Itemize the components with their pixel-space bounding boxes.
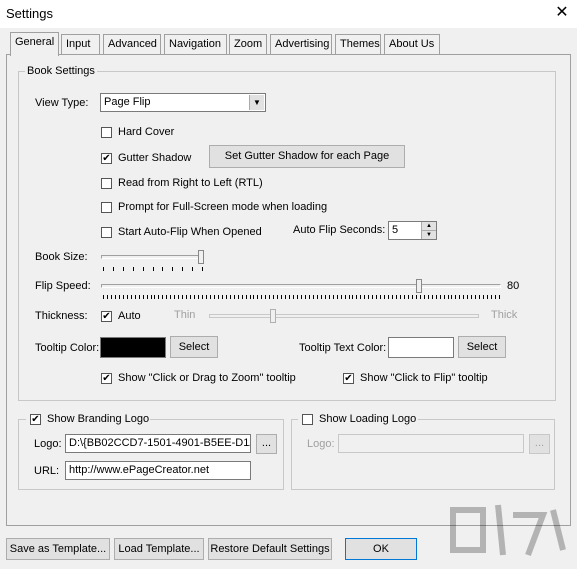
tab-general[interactable]: General: [10, 32, 59, 56]
tab-input[interactable]: Input: [61, 34, 100, 54]
autoflip-label: Start Auto-Flip When Opened: [118, 226, 262, 238]
branding-logo-input[interactable]: D:\{BB02CCD7-1501-4901-B5EE-D1A: [65, 434, 251, 453]
tooltip-color-swatch: [100, 337, 166, 358]
tooltip-text-color-label: Tooltip Text Color:: [299, 342, 387, 354]
loading-logo-input: [338, 434, 524, 453]
tab-navigation[interactable]: Navigation: [164, 34, 227, 54]
hard-cover-label: Hard Cover: [118, 126, 175, 138]
show-loading-logo-checkbox[interactable]: [302, 414, 313, 425]
thickness-track: [209, 314, 479, 318]
show-branding-label: Show Branding Logo: [47, 413, 150, 425]
book-size-ticks: [103, 267, 203, 271]
fullscreen-checkbox[interactable]: [101, 202, 112, 213]
ok-button[interactable]: OK: [345, 538, 417, 560]
autoflip-seconds-value: 5: [392, 224, 399, 236]
show-zoom-tooltip-label: Show "Click or Drag to Zoom" tooltip: [118, 372, 296, 384]
view-type-select[interactable]: Page Flip ▼: [100, 93, 266, 112]
tab-advertising[interactable]: Advertising: [270, 34, 332, 54]
autoflip-seconds-label: Auto Flip Seconds:: [293, 224, 386, 236]
branding-logo-label: Logo:: [34, 438, 62, 450]
flip-speed-ticks: [103, 295, 500, 299]
tab-themes[interactable]: Themes: [335, 34, 381, 54]
tab-advanced[interactable]: Advanced: [103, 34, 161, 54]
show-zoom-tooltip-checkbox[interactable]: ✔: [101, 373, 112, 384]
view-type-value: Page Flip: [104, 96, 151, 108]
flip-speed-value: 80: [507, 280, 520, 292]
view-type-label: View Type:: [35, 97, 89, 109]
branding-url-input[interactable]: http://www.ePageCreator.net: [65, 461, 251, 480]
flip-speed-track[interactable]: [101, 284, 501, 288]
show-branding-checkbox[interactable]: ✔: [30, 414, 41, 425]
branding-browse-button[interactable]: ...: [256, 434, 277, 454]
thickness-slider-handle: [269, 309, 276, 323]
tooltip-color-label: Tooltip Color:: [35, 342, 100, 354]
rtl-label: Read from Right to Left (RTL): [118, 177, 263, 189]
show-loading-logo-label: Show Loading Logo: [319, 413, 417, 425]
tooltip-text-color-swatch: [388, 337, 454, 358]
restore-defaults-button[interactable]: Restore Default Settings: [208, 538, 332, 560]
spin-down-icon[interactable]: ▼: [421, 231, 436, 239]
gutter-shadow-checkbox[interactable]: ✔: [101, 153, 112, 164]
rtl-checkbox[interactable]: [101, 178, 112, 189]
branding-url-label: URL:: [34, 465, 60, 477]
chevron-down-icon: ▼: [249, 95, 264, 110]
book-size-label: Book Size:: [35, 251, 88, 263]
title-bar: [0, 0, 577, 28]
gutter-shadow-label: Gutter Shadow: [118, 152, 192, 164]
flip-speed-label: Flip Speed:: [35, 280, 91, 292]
set-gutter-shadow-button[interactable]: Set Gutter Shadow for each Page: [209, 145, 405, 168]
spin-up-icon[interactable]: ▲: [421, 222, 436, 231]
thin-label: Thin: [174, 309, 196, 321]
fullscreen-label: Prompt for Full-Screen mode when loading: [118, 201, 328, 213]
thickness-label: Thickness:: [35, 310, 88, 322]
book-size-slider-handle[interactable]: [198, 250, 204, 264]
book-size-track[interactable]: [101, 255, 204, 259]
tab-zoom[interactable]: Zoom: [229, 34, 267, 54]
thickness-auto-label: Auto: [118, 310, 141, 322]
load-template-button[interactable]: Load Template...: [114, 538, 204, 560]
download-logo-icon: [450, 504, 566, 557]
tab-about-us[interactable]: About Us: [384, 34, 440, 54]
loading-logo-group: [291, 419, 555, 490]
tooltip-color-select-button[interactable]: Select: [170, 336, 218, 358]
loading-logo-label: Logo:: [307, 438, 335, 450]
tooltip-text-color-select-button[interactable]: Select: [458, 336, 506, 358]
show-flip-tooltip-label: Show "Click to Flip" tooltip: [360, 372, 488, 384]
thick-label: Thick: [491, 309, 518, 321]
thickness-auto-checkbox[interactable]: ✔: [101, 311, 112, 322]
window-title: Settings: [6, 6, 53, 21]
flip-speed-slider-handle[interactable]: [416, 279, 423, 293]
hard-cover-checkbox[interactable]: [101, 127, 112, 138]
autoflip-checkbox[interactable]: [101, 227, 112, 238]
book-settings-label: Book Settings: [25, 65, 97, 77]
show-flip-tooltip-checkbox[interactable]: ✔: [343, 373, 354, 384]
autoflip-seconds-stepper[interactable]: 5 ▲ ▼: [388, 221, 437, 240]
close-icon[interactable]: ✕: [551, 3, 573, 23]
save-as-template-button[interactable]: Save as Template...: [6, 538, 110, 560]
loading-browse-button: ...: [529, 434, 550, 454]
